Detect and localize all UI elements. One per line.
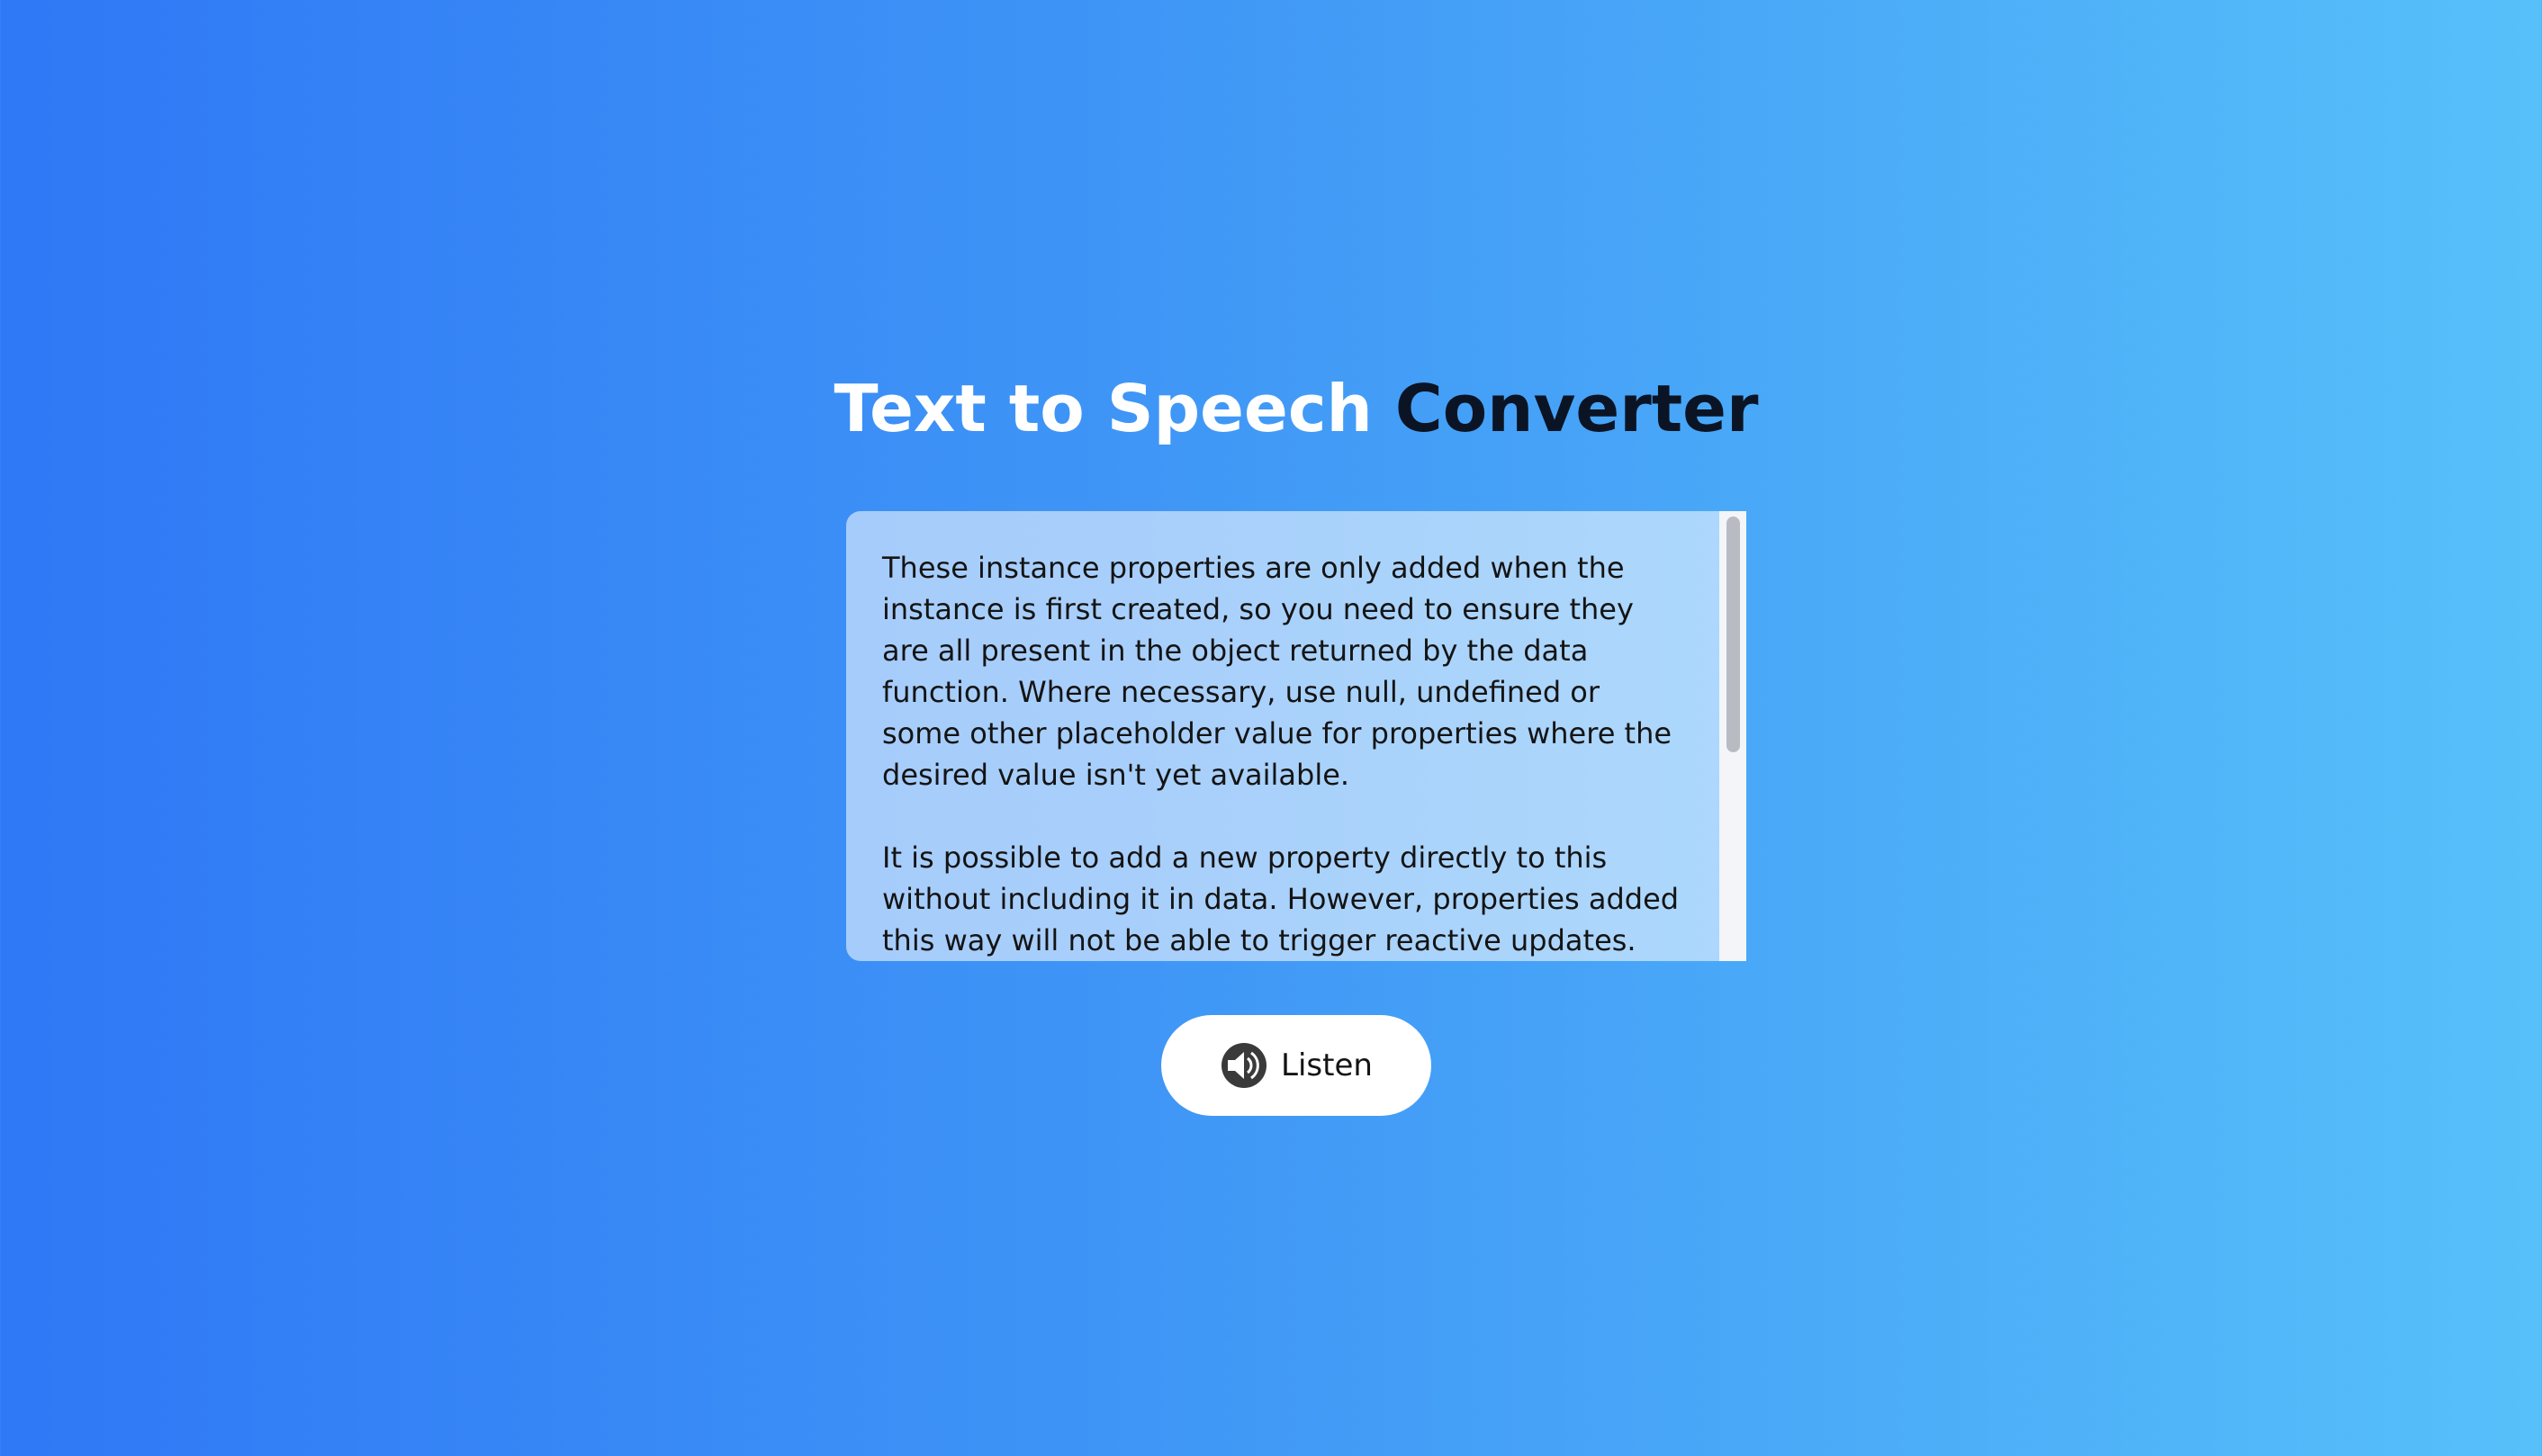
title-part-light: Text to Speech bbox=[834, 371, 1373, 446]
speaker-icon bbox=[1220, 1041, 1268, 1090]
listen-button[interactable]: Listen bbox=[1161, 1015, 1431, 1116]
text-input[interactable]: These instance properties are only added… bbox=[846, 511, 1719, 961]
text-input-panel[interactable]: These instance properties are only added… bbox=[846, 511, 1746, 961]
text-paragraph-2: It is possible to add a new property dir… bbox=[882, 840, 1680, 957]
page-title: Text to Speech Converter bbox=[0, 364, 2542, 454]
scrollbar-thumb[interactable] bbox=[1726, 517, 1740, 752]
text-scrollbar[interactable] bbox=[1719, 511, 1746, 961]
text-paragraph-1: These instance properties are only added… bbox=[882, 551, 1672, 792]
title-part-dark: Converter bbox=[1394, 371, 1759, 446]
listen-button-label: Listen bbox=[1281, 1047, 1373, 1083]
page: Text to Speech Converter These instance … bbox=[0, 0, 2542, 1456]
